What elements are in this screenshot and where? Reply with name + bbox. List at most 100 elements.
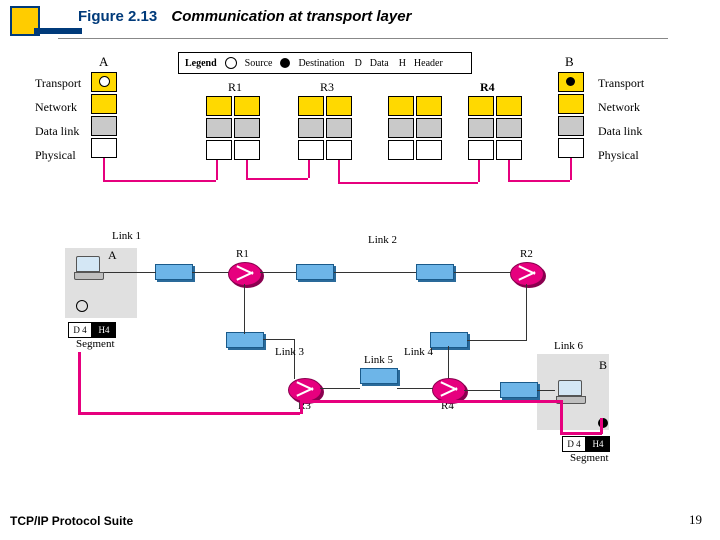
path2: [560, 400, 563, 432]
path-seg: [246, 178, 308, 180]
source-circle-icon: [99, 76, 110, 87]
path-seg: [508, 180, 570, 182]
path-seg: [508, 160, 510, 180]
dest-circle-icon: [566, 77, 575, 86]
host-b-stack: [558, 72, 584, 160]
legend-data: Data: [370, 58, 389, 69]
legend-destination: Destination: [298, 58, 344, 69]
r4-stack: [468, 96, 524, 162]
router-r3-icon: [288, 378, 322, 402]
switch-icon: [155, 264, 193, 280]
path-seg: [338, 182, 478, 184]
path2: [78, 352, 81, 412]
path-seg: [308, 160, 310, 178]
layer-transport-r: Transport: [598, 76, 644, 91]
slide-logo: [10, 6, 40, 41]
wire: [334, 272, 416, 273]
switch-icon: [500, 382, 538, 398]
switch-icon: [360, 368, 398, 384]
segment-a: D 4 H4: [68, 322, 116, 338]
low-host-b: B: [599, 358, 607, 373]
legend-header: Header: [414, 58, 443, 69]
seg-h: H4: [586, 436, 610, 452]
layer-physical-l: Physical: [35, 148, 76, 163]
layer-datalink-r: Data link: [598, 124, 642, 139]
path-seg: [338, 160, 340, 182]
wire: [448, 346, 449, 382]
figure-number: Figure 2.13: [78, 8, 157, 25]
low-source-icon: [76, 300, 88, 312]
r1-stack: [206, 96, 262, 162]
wire: [537, 390, 555, 391]
wire: [260, 272, 296, 273]
laptop-b-icon: [556, 380, 584, 402]
legend-h: H: [399, 58, 406, 69]
seg-h: H4: [92, 322, 116, 338]
figure-caption: Communication at transport layer: [171, 8, 411, 25]
wire: [320, 388, 360, 389]
router-r2-icon: [510, 262, 544, 286]
legend-label: Legend: [185, 58, 217, 69]
link5-label: Link 5: [364, 354, 393, 366]
wire: [192, 272, 232, 273]
path-seg: [478, 160, 480, 182]
link6-label: Link 6: [554, 340, 583, 352]
laptop-a-icon: [74, 256, 102, 278]
wire: [467, 340, 527, 341]
layer-datalink-l: Data link: [35, 124, 79, 139]
link3-label: Link 3: [275, 346, 304, 358]
r3-label-upper: R3: [320, 80, 334, 95]
path-seg: [103, 158, 105, 180]
layer-physical-r: Physical: [598, 148, 639, 163]
figure-title: Figure 2.13 Communication at transport l…: [78, 8, 411, 25]
router-r1-icon: [228, 262, 262, 286]
link1-label: Link 1: [112, 230, 141, 242]
layer-network-l: Network: [35, 100, 77, 115]
footer-left: TCP/IP Protocol Suite: [10, 514, 133, 528]
segment-b: D 4 H4: [562, 436, 610, 452]
seg-label-b: Segment: [570, 452, 609, 464]
r2-low-label: R2: [520, 248, 533, 260]
title-rule: [58, 38, 668, 39]
path2: [444, 400, 560, 403]
wire: [454, 272, 512, 273]
r1-low-label: R1: [236, 248, 249, 260]
seg-d: D 4: [562, 436, 586, 452]
r1-label-upper: R1: [228, 80, 242, 95]
destination-icon: [280, 58, 290, 68]
link2-label: Link 2: [368, 234, 397, 246]
low-host-a: A: [108, 248, 117, 263]
path2: [560, 432, 602, 435]
seg-label-a: Segment: [76, 338, 115, 350]
layer-network-r: Network: [598, 100, 640, 115]
path-seg: [570, 158, 572, 180]
layer-transport-l: Transport: [35, 76, 81, 91]
path2: [302, 400, 444, 403]
wire: [526, 284, 527, 340]
wire: [294, 339, 295, 379]
seg-d: D 4: [68, 322, 92, 338]
switch-icon: [296, 264, 334, 280]
path-seg: [103, 180, 216, 182]
host-a-stack: [91, 72, 117, 160]
wire: [244, 284, 245, 334]
wire: [464, 390, 500, 391]
path2: [78, 412, 300, 415]
source-icon: [225, 57, 237, 69]
host-a-label: A: [99, 54, 108, 70]
wire: [397, 388, 433, 389]
page-number: 19: [689, 512, 702, 528]
host-b-label: B: [565, 54, 574, 70]
mid-stack: [388, 96, 444, 162]
r3-stack: [298, 96, 354, 162]
path-seg: [216, 160, 218, 180]
r4-label-upper: R4: [480, 80, 495, 95]
path2: [600, 418, 603, 434]
legend-d: D: [355, 58, 362, 69]
router-r4-icon: [432, 378, 466, 402]
switch-icon: [416, 264, 454, 280]
legend-box: Legend Source Destination D Data H Heade…: [178, 52, 472, 74]
wire: [104, 272, 156, 273]
link4-label: Link 4: [404, 346, 433, 358]
legend-source: Source: [245, 58, 273, 69]
